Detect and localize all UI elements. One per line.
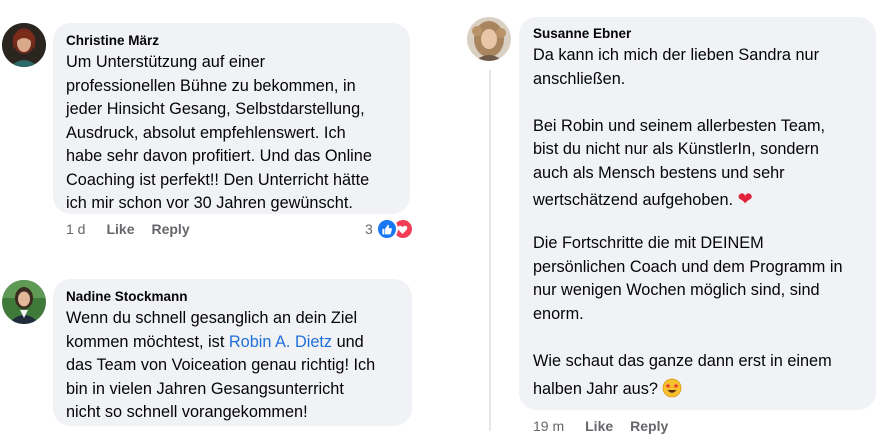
comment-text-segment: halben Jahr aus? <box>533 380 658 398</box>
comment-author[interactable]: Nadine Stockmann <box>66 288 400 306</box>
comment-text-line: kommen möchtest, ist Robin A. Dietz und <box>66 331 400 355</box>
red-heart-emoji-icon: ❤ <box>737 189 753 210</box>
comment-text-line: jeder Hinsicht Gesang, Selbstdarstellung… <box>66 100 365 118</box>
comment-text-line: bist du nicht nur als KünstlerIn, sonder… <box>533 140 819 158</box>
comment-text-line: auch als Mensch bestens und sehr <box>533 163 785 182</box>
comment-text-line: wertschätzend aufgehoben. ❤ <box>533 185 864 215</box>
reaction-summary[interactable]: 3 <box>365 218 414 240</box>
comment-text-line: Coaching ist perfekt!! Den Unterricht hä… <box>66 170 370 189</box>
avatar[interactable] <box>2 280 46 324</box>
reaction-count: 3 <box>365 221 373 237</box>
comment-text-line: halben Jahr aus? <box>533 373 864 410</box>
reply-button[interactable]: Reply <box>151 221 189 237</box>
comment-text-line: enorm. <box>533 304 584 323</box>
comment-actions: 19 m Like Reply <box>533 418 685 434</box>
comment-text-line: anschließen. <box>533 69 626 88</box>
comment-bubble: Christine März Um Unterstützung auf eine… <box>53 23 410 214</box>
comment-bubble: Nadine Stockmann Wenn du schnell gesangl… <box>53 279 412 426</box>
comment-text-line: das Team von Voiceation genau richtig! I… <box>66 356 376 374</box>
comment-text-line: nur wenigen Wochen möglich sind, sind <box>533 281 820 299</box>
avatar[interactable] <box>2 23 46 67</box>
comment-text-segment: wertschätzend aufgehoben. <box>533 191 734 209</box>
comment-text-segment: und <box>332 332 364 351</box>
comment-text-line: Die Fortschritte die mit DEINEM <box>533 234 764 252</box>
comment-text-line: Wenn du schnell gesanglich an dein Ziel <box>66 309 358 327</box>
like-button[interactable]: Like <box>106 221 134 237</box>
like-button[interactable]: Like <box>585 418 613 434</box>
star-struck-emoji-icon <box>662 377 682 410</box>
thumbs-up-icon <box>375 218 398 240</box>
comment-bubble: Susanne Ebner Da kann ich mich der liebe… <box>519 17 876 410</box>
avatar[interactable] <box>467 17 511 61</box>
comment-text-line: bin in vielen Jahren Gesangsunterricht <box>66 379 344 398</box>
comment-text-line: habe sehr davon profitiert. Und das Onli… <box>66 147 372 165</box>
comment-text-line: Bei Robin und seinem allerbesten Team, <box>533 116 826 135</box>
mention-link[interactable]: Robin A. Dietz <box>229 333 332 351</box>
comment-text-line: Da kann ich mich der lieben Sandra nur <box>533 46 819 64</box>
comment-text-line: Um Unterstützung auf einer <box>66 53 266 71</box>
comment-author[interactable]: Christine März <box>66 32 398 50</box>
comment-text-line: Ausdruck, absolut empfehlenswert. Ich <box>66 123 346 142</box>
comment-text-line: professionellen Bühne zu bekommen, in <box>66 76 356 95</box>
comment-text-line: persönlichen Coach und dem Programm in <box>533 257 843 276</box>
comment-actions: 1 d Like Reply <box>66 221 207 237</box>
comment-timestamp[interactable]: 1 d <box>66 221 85 237</box>
comment-author[interactable]: Susanne Ebner <box>533 25 864 43</box>
comment-timestamp[interactable]: 19 m <box>533 418 564 434</box>
comment-text-line: ich mir schon vor 30 Jahren gewünscht. <box>66 194 353 212</box>
comment-text-line: Wie schaut das ganze dann erst in einem <box>533 351 832 370</box>
comment-text-segment: kommen möchtest, ist <box>66 332 229 351</box>
thread-line <box>489 70 491 431</box>
reply-button[interactable]: Reply <box>630 418 668 434</box>
comment-text-line: nicht so schnell vorangekommen! <box>66 403 308 421</box>
